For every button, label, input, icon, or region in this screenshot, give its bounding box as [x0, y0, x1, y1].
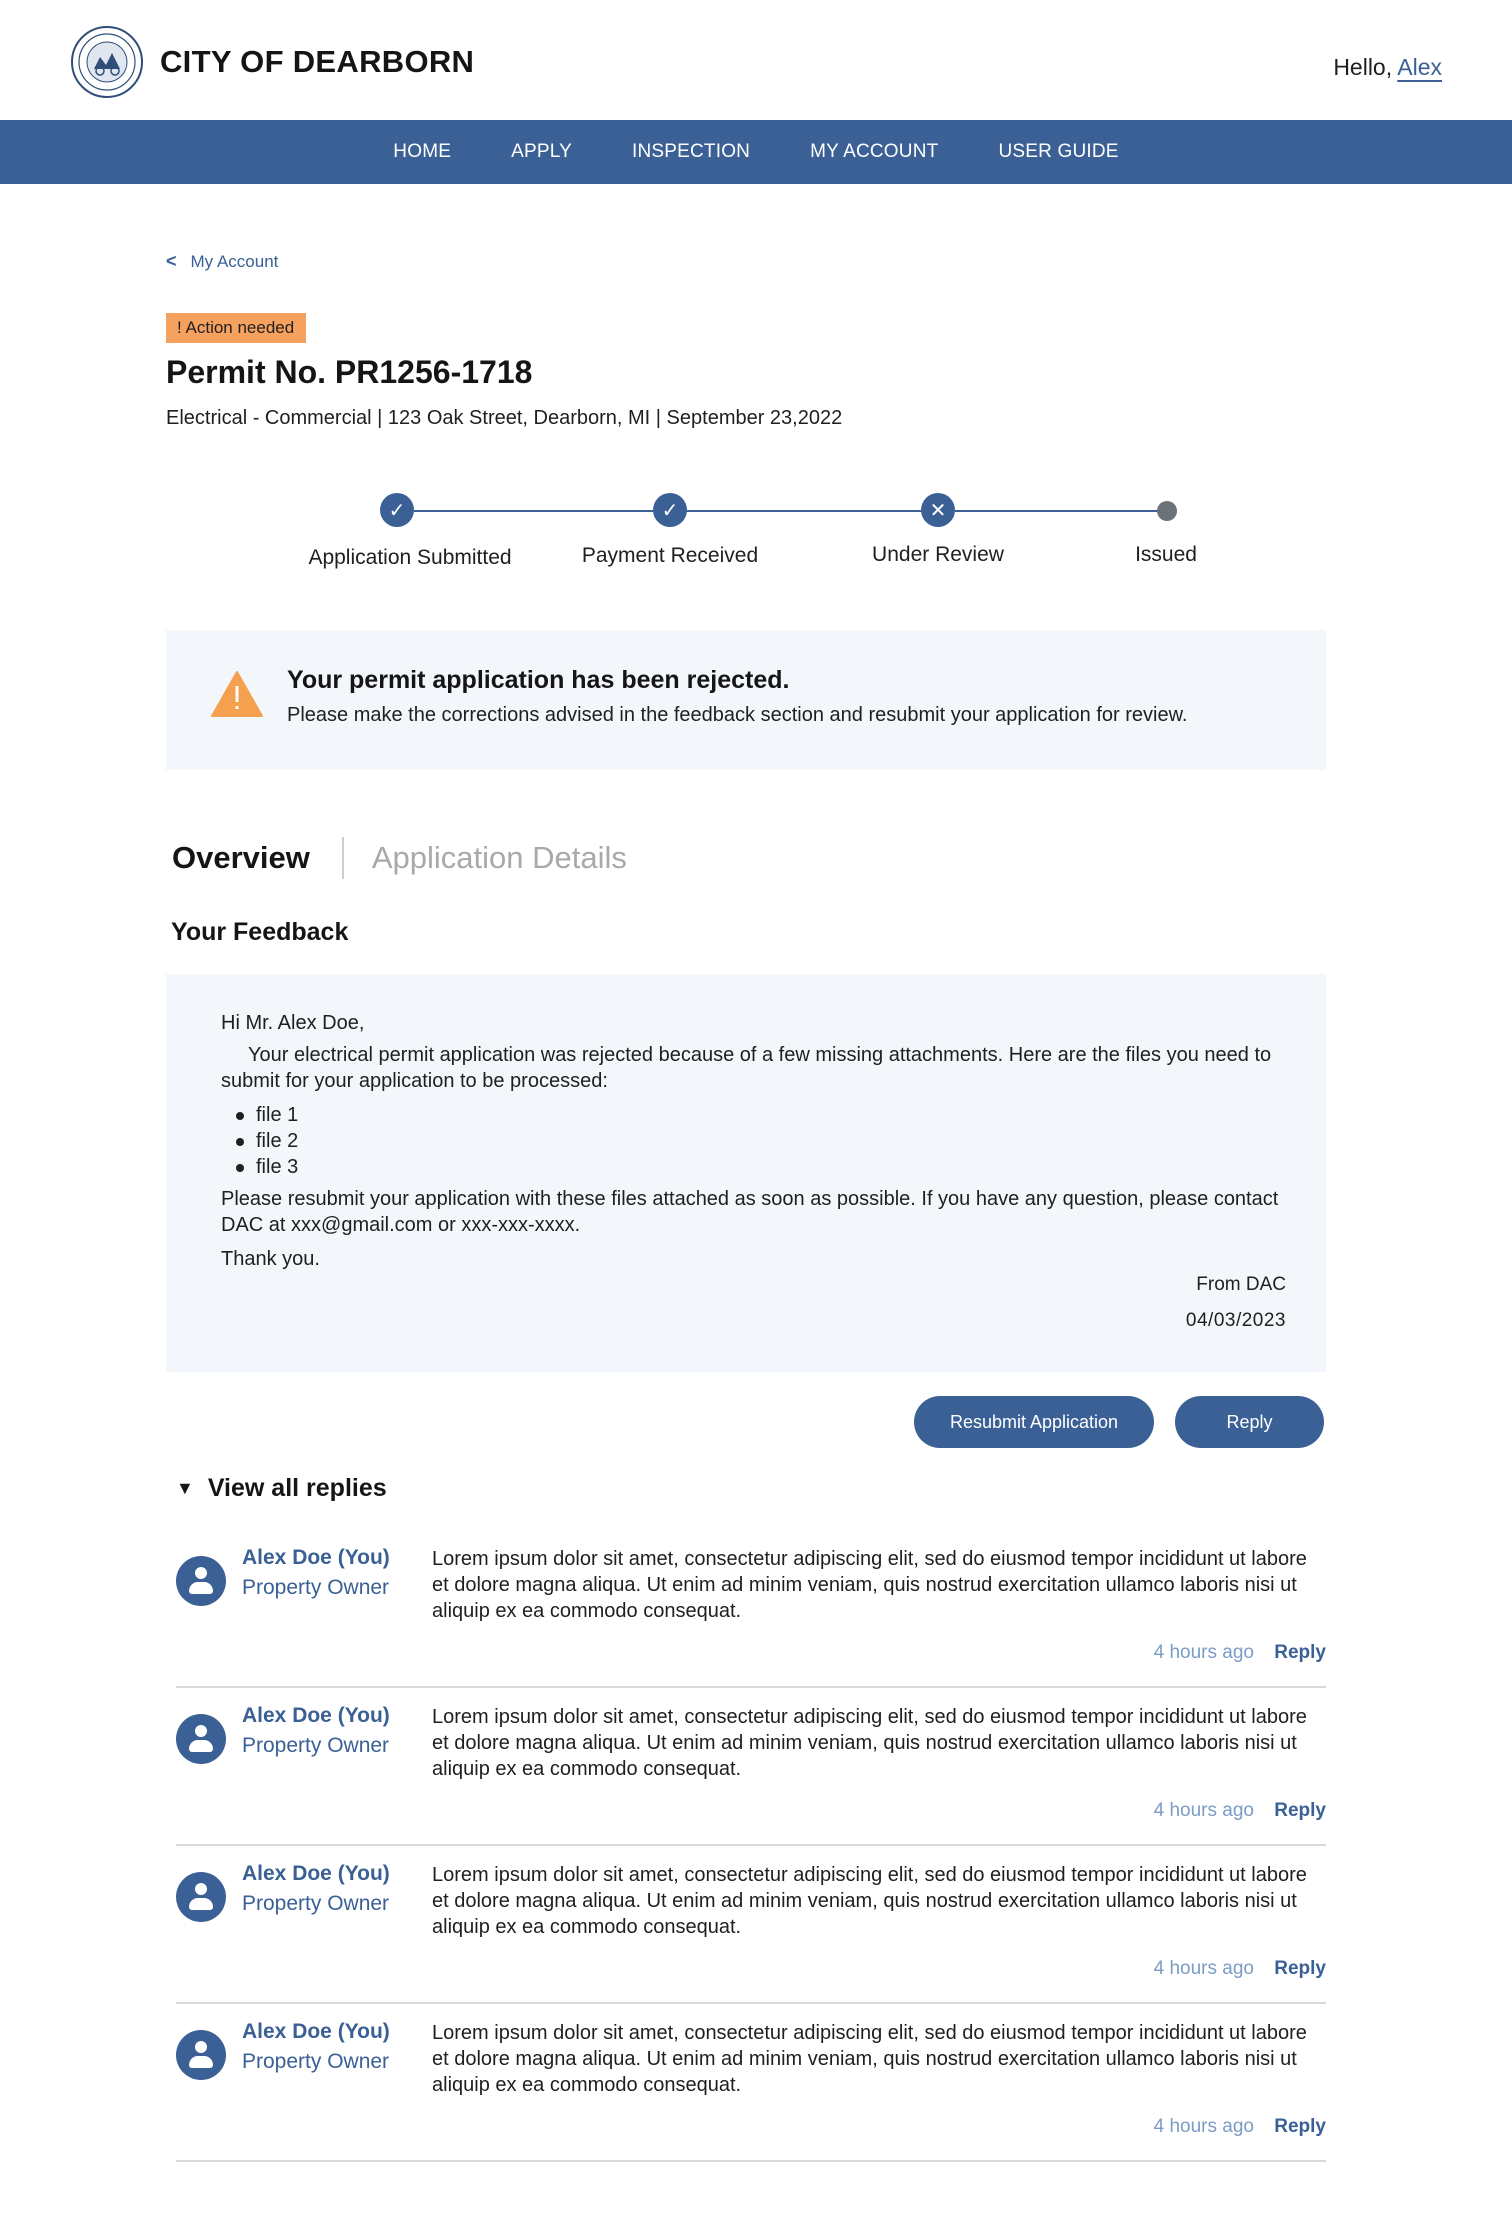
reply-text: Lorem ipsum dolor sit amet, consectetur …: [432, 1548, 1307, 1622]
tab-overview[interactable]: Overview: [172, 840, 310, 876]
feedback-panel: Hi Mr. Alex Doe, Your electrical permit …: [166, 974, 1326, 1372]
chevron-left-icon: <: [166, 251, 177, 271]
step-connector: [414, 510, 670, 512]
step-label-submitted: Application Submitted: [308, 546, 512, 569]
tab-bar: Overview Application Details: [172, 836, 627, 880]
list-item: file 3: [235, 1156, 299, 1178]
feedback-body: Your electrical permit application was r…: [221, 1044, 1272, 1092]
reply-item: Alex Doe (You) Property Owner Lorem ipsu…: [176, 1530, 1326, 1688]
reply-timestamp: 4 hours ago: [1153, 2116, 1254, 2137]
resubmit-application-button[interactable]: Resubmit Application: [914, 1396, 1154, 1448]
nav-apply[interactable]: APPLY: [511, 141, 572, 163]
rejection-alert: Your permit application has been rejecte…: [166, 630, 1326, 770]
site-header: CITY OF DEARBORN Hello, Alex: [0, 0, 1512, 120]
reply-link[interactable]: Reply: [1274, 1642, 1326, 1664]
nav-user-guide[interactable]: USER GUIDE: [998, 141, 1118, 163]
progress-stepper: ✓ ✓ ✕ Application Submitted Payment Rece…: [0, 488, 1512, 578]
reply-item: Alex Doe (You) Property Owner Lorem ipsu…: [176, 1688, 1326, 1846]
reply-author[interactable]: Alex Doe (You): [242, 2020, 390, 2044]
reply-text: Lorem ipsum dolor sit amet, consectetur …: [432, 2022, 1307, 2096]
list-item: file 1: [235, 1104, 299, 1126]
list-item: file 2: [235, 1130, 299, 1152]
reply-text: Lorem ipsum dolor sit amet, consectetur …: [432, 1706, 1307, 1780]
reply-author-role: Property Owner: [242, 1734, 390, 1757]
step-label-issued: Issued: [1135, 543, 1197, 566]
step-connector: [686, 510, 923, 512]
nav-inspection[interactable]: INSPECTION: [632, 141, 750, 163]
city-seal-logo[interactable]: [70, 25, 144, 99]
step-payment-check-icon: ✓: [653, 493, 687, 527]
feedback-closing: Please resubmit your application with th…: [221, 1188, 1279, 1236]
feedback-greeting: Hi Mr. Alex Doe,: [221, 1012, 365, 1034]
tab-divider: [341, 837, 344, 879]
step-connector: [955, 510, 1165, 512]
reply-text: Lorem ipsum dolor sit amet, consectetur …: [432, 1864, 1307, 1938]
user-greeting: Hello, Alex: [1333, 54, 1442, 81]
feedback-date: 04/03/2023: [1185, 1310, 1286, 1331]
reply-link[interactable]: Reply: [1274, 1958, 1326, 1980]
step-review-close-icon: ✕: [921, 493, 955, 527]
alert-title: Your permit application has been rejecte…: [287, 666, 790, 694]
user-avatar-icon: [176, 1556, 226, 1606]
missing-files-list: file 1 file 2 file 3: [235, 1102, 299, 1180]
feedback-thanks: Thank you.: [221, 1248, 320, 1270]
reply-timestamp: 4 hours ago: [1153, 1958, 1254, 1979]
warning-icon: [211, 671, 263, 717]
back-to-my-account-link[interactable]: < My Account: [166, 251, 278, 272]
view-all-replies-toggle[interactable]: ▼ View all replies: [176, 1474, 387, 1503]
step-label-payment: Payment Received: [581, 544, 759, 567]
step-submitted-check-icon: ✓: [380, 493, 414, 527]
reply-link[interactable]: Reply: [1274, 2116, 1326, 2138]
reply-timestamp: 4 hours ago: [1153, 1642, 1254, 1663]
reply-item: Alex Doe (You) Property Owner Lorem ipsu…: [176, 2004, 1326, 2162]
view-replies-label: View all replies: [207, 1474, 387, 1502]
step-issued-dot: [1157, 501, 1177, 521]
reply-link[interactable]: Reply: [1274, 1800, 1326, 1822]
reply-author[interactable]: Alex Doe (You): [242, 1546, 390, 1570]
reply-author[interactable]: Alex Doe (You): [242, 1704, 390, 1728]
user-name-link[interactable]: Alex: [1397, 54, 1442, 80]
page-title: Permit No. PR1256-1718: [166, 354, 533, 390]
reply-author[interactable]: Alex Doe (You): [242, 1862, 390, 1886]
feedback-sender: From DAC: [1196, 1274, 1286, 1295]
triangle-down-icon: ▼: [176, 1478, 194, 1498]
reply-item: Alex Doe (You) Property Owner Lorem ipsu…: [176, 1846, 1326, 2004]
action-needed-badge: ! Action needed: [166, 313, 307, 343]
back-link-label: My Account: [190, 251, 279, 271]
feedback-heading: Your Feedback: [171, 918, 349, 946]
main-nav: HOME APPLY INSPECTION MY ACCOUNT USER GU…: [0, 120, 1512, 184]
tab-application-details[interactable]: Application Details: [372, 840, 627, 876]
user-avatar-icon: [176, 2030, 226, 2080]
permit-subtitle: Electrical - Commercial | 123 Oak Street…: [166, 407, 843, 429]
greeting-prefix: Hello,: [1333, 54, 1398, 80]
alert-text: Please make the corrections advised in t…: [287, 704, 1188, 726]
reply-button[interactable]: Reply: [1175, 1396, 1324, 1448]
user-avatar-icon: [176, 1872, 226, 1922]
reply-timestamp: 4 hours ago: [1153, 1800, 1254, 1821]
site-title[interactable]: CITY OF DEARBORN: [160, 44, 474, 80]
step-label-review: Under Review: [872, 543, 1004, 566]
user-avatar-icon: [176, 1714, 226, 1764]
reply-author-role: Property Owner: [242, 2050, 390, 2073]
nav-home[interactable]: HOME: [393, 141, 451, 163]
reply-author-role: Property Owner: [242, 1892, 390, 1915]
reply-author-role: Property Owner: [242, 1576, 390, 1599]
nav-my-account[interactable]: MY ACCOUNT: [810, 141, 938, 163]
